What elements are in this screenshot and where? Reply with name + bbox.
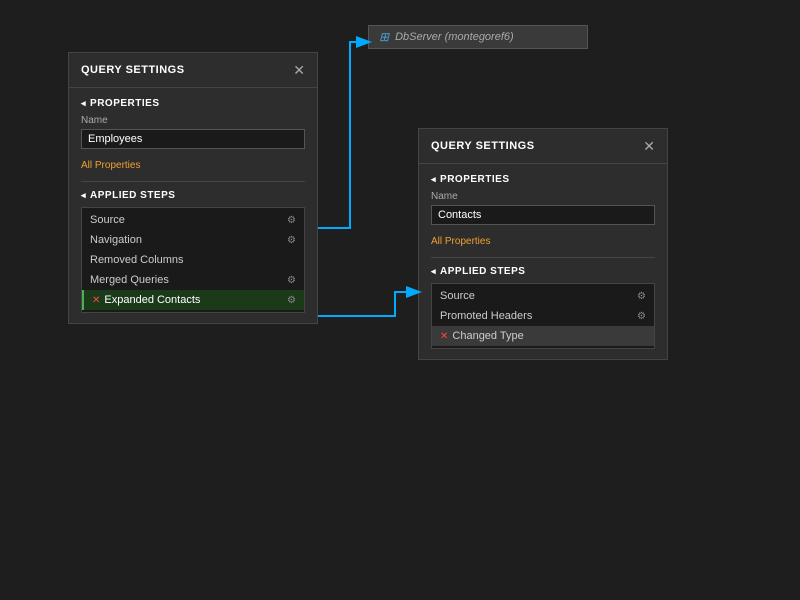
panel2-header: QUERY SETTINGS ✕ (419, 129, 667, 164)
panel1-steps-title: APPLIED STEPS (90, 190, 175, 201)
panel1-all-properties-link[interactable]: All Properties (81, 160, 140, 171)
step-name: Changed Type (452, 330, 523, 342)
panel2-steps-arrow: ◂ (431, 266, 436, 277)
panel2-content: ◂ PROPERTIES Name All Properties ◂ APPLI… (419, 164, 667, 359)
gear-icon[interactable]: ⚙ (287, 275, 296, 286)
panel2-all-properties-link[interactable]: All Properties (431, 236, 490, 247)
panel2-step-item[interactable]: Promoted Headers ⚙ (432, 306, 654, 326)
panel1-properties-header: ◂ PROPERTIES (81, 98, 305, 109)
panel1-step-item[interactable]: ✕ Expanded Contacts ⚙ (82, 290, 304, 310)
step-name: Merged Queries (90, 274, 169, 286)
panel2-properties-header: ◂ PROPERTIES (431, 174, 655, 185)
panel2-steps-list: Source ⚙ Promoted Headers ⚙ ✕ Changed Type (431, 283, 655, 349)
step-name: Promoted Headers (440, 310, 532, 322)
panel1-name-input[interactable] (81, 129, 305, 149)
step-name: Source (440, 290, 475, 302)
step-name: Expanded Contacts (104, 294, 200, 306)
step-name: Removed Columns (90, 254, 184, 266)
panel1-name-label: Name (81, 115, 305, 126)
error-icon: ✕ (440, 331, 448, 342)
panel1-content: ◂ PROPERTIES Name All Properties ◂ APPLI… (69, 88, 317, 323)
gear-icon[interactable]: ⚙ (637, 291, 646, 302)
db-server-bar: ⊞ DbServer (montegoref6) (368, 25, 588, 49)
panel1-step-item[interactable]: Navigation ⚙ (82, 230, 304, 250)
db-server-label: DbServer (montegoref6) (395, 31, 514, 43)
panel1-steps-arrow: ◂ (81, 190, 86, 201)
panel-employees: QUERY SETTINGS ✕ ◂ PROPERTIES Name All P… (68, 52, 318, 324)
panel1-step-item[interactable]: Removed Columns (82, 250, 304, 270)
panel2-step-item[interactable]: Source ⚙ (432, 286, 654, 306)
gear-icon[interactable]: ⚙ (287, 295, 296, 306)
panel2-close-button[interactable]: ✕ (643, 139, 655, 153)
panel1-step-item[interactable]: Merged Queries ⚙ (82, 270, 304, 290)
error-icon: ✕ (92, 295, 100, 306)
panel1-header: QUERY SETTINGS ✕ (69, 53, 317, 88)
panel1-steps-list: Source ⚙ Navigation ⚙ Removed Columns Merged … (81, 207, 305, 313)
panel2-divider (431, 257, 655, 258)
panel2-properties-title: PROPERTIES (440, 174, 509, 185)
db-icon: ⊞ (379, 30, 389, 44)
panel2-name-input[interactable] (431, 205, 655, 225)
panel2-title: QUERY SETTINGS (431, 140, 535, 152)
gear-icon[interactable]: ⚙ (287, 215, 296, 226)
panel1-step-item[interactable]: Source ⚙ (82, 210, 304, 230)
panel1-properties-arrow: ◂ (81, 98, 86, 109)
panel1-title: QUERY SETTINGS (81, 64, 185, 76)
panel2-name-label: Name (431, 191, 655, 202)
panel2-steps-header: ◂ APPLIED STEPS (431, 266, 655, 277)
step-name: Navigation (90, 234, 142, 246)
panel2-steps-title: APPLIED STEPS (440, 266, 525, 277)
gear-icon[interactable]: ⚙ (287, 235, 296, 246)
gear-icon[interactable]: ⚙ (637, 311, 646, 322)
panel-contacts: QUERY SETTINGS ✕ ◂ PROPERTIES Name All P… (418, 128, 668, 360)
panel1-close-button[interactable]: ✕ (293, 63, 305, 77)
panel1-properties-title: PROPERTIES (90, 98, 159, 109)
panel1-divider (81, 181, 305, 182)
panel2-properties-arrow: ◂ (431, 174, 436, 185)
step-name: Source (90, 214, 125, 226)
panel1-steps-header: ◂ APPLIED STEPS (81, 190, 305, 201)
panel2-step-item[interactable]: ✕ Changed Type (432, 326, 654, 346)
